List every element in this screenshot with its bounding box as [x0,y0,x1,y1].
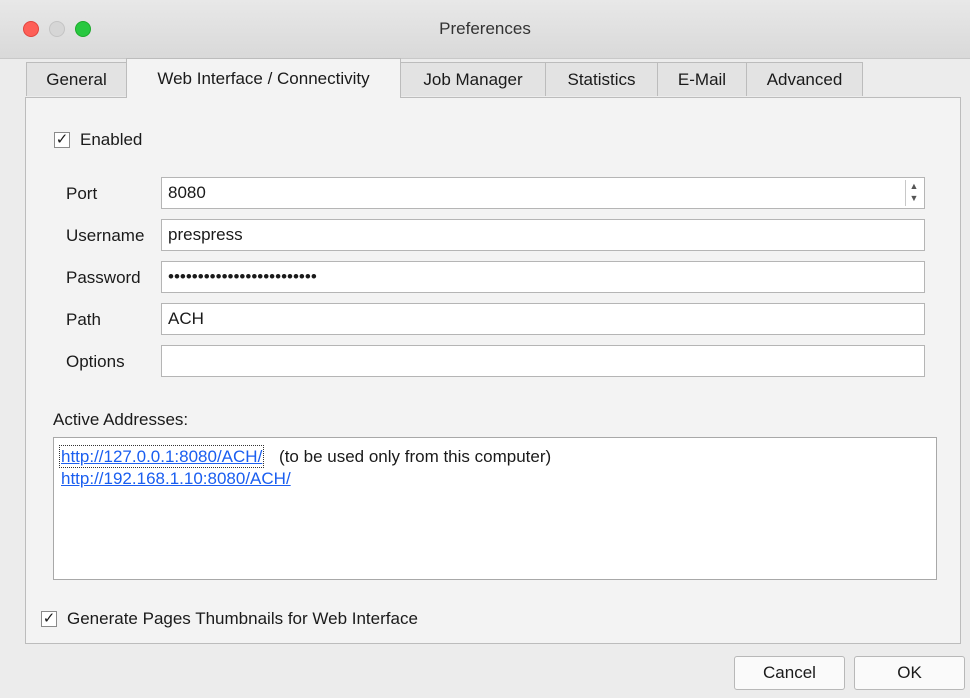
window-title: Preferences [439,19,531,38]
enabled-checkbox[interactable]: ✓ [54,132,70,148]
active-addresses-label: Active Addresses: [53,410,189,429]
title-bar: Preferences [0,0,970,59]
tab-web-interface[interactable]: Web Interface / Connectivity [126,58,401,98]
tab-advanced[interactable]: Advanced [746,62,863,96]
tab-job-manager[interactable]: Job Manager [400,62,546,96]
address-link[interactable]: http://192.168.1.10:8080/ACH/ [61,469,291,488]
ok-button[interactable]: OK [854,656,965,690]
path-label: Path [66,310,101,329]
thumbnails-checkbox[interactable]: ✓ [41,611,57,627]
options-field[interactable] [161,345,925,377]
cancel-button[interactable]: Cancel [734,656,845,690]
enabled-label: Enabled [80,130,143,149]
username-label: Username [66,226,145,245]
username-field[interactable]: prespress [161,219,925,251]
tab-email[interactable]: E-Mail [657,62,747,96]
tab-statistics[interactable]: Statistics [545,62,658,96]
port-field[interactable]: 8080 ▲ ▼ [161,177,925,209]
thumbnails-label: Generate Pages Thumbnails for Web Interf… [67,609,418,628]
chevron-down-icon[interactable]: ▼ [906,192,922,204]
password-field[interactable]: ••••••••••••••••••••••••• [161,261,925,293]
list-item: http://192.168.1.10:8080/ACH/ [61,468,929,490]
chevron-up-icon[interactable]: ▲ [906,180,922,192]
port-value: 8080 [168,183,206,202]
path-field[interactable]: ACH [161,303,925,335]
port-label: Port [66,184,98,203]
port-stepper[interactable]: ▲ ▼ [905,180,922,206]
password-label: Password [66,268,141,287]
list-item: http://127.0.0.1:8080/ACH/ (to be used o… [58,445,929,468]
address-note: (to be used only from this computer) [279,447,552,466]
address-link[interactable]: http://127.0.0.1:8080/ACH/ [58,445,265,468]
options-label: Options [66,352,125,371]
tab-general[interactable]: General [26,62,127,96]
active-addresses-list[interactable]: http://127.0.0.1:8080/ACH/ (to be used o… [53,437,937,580]
